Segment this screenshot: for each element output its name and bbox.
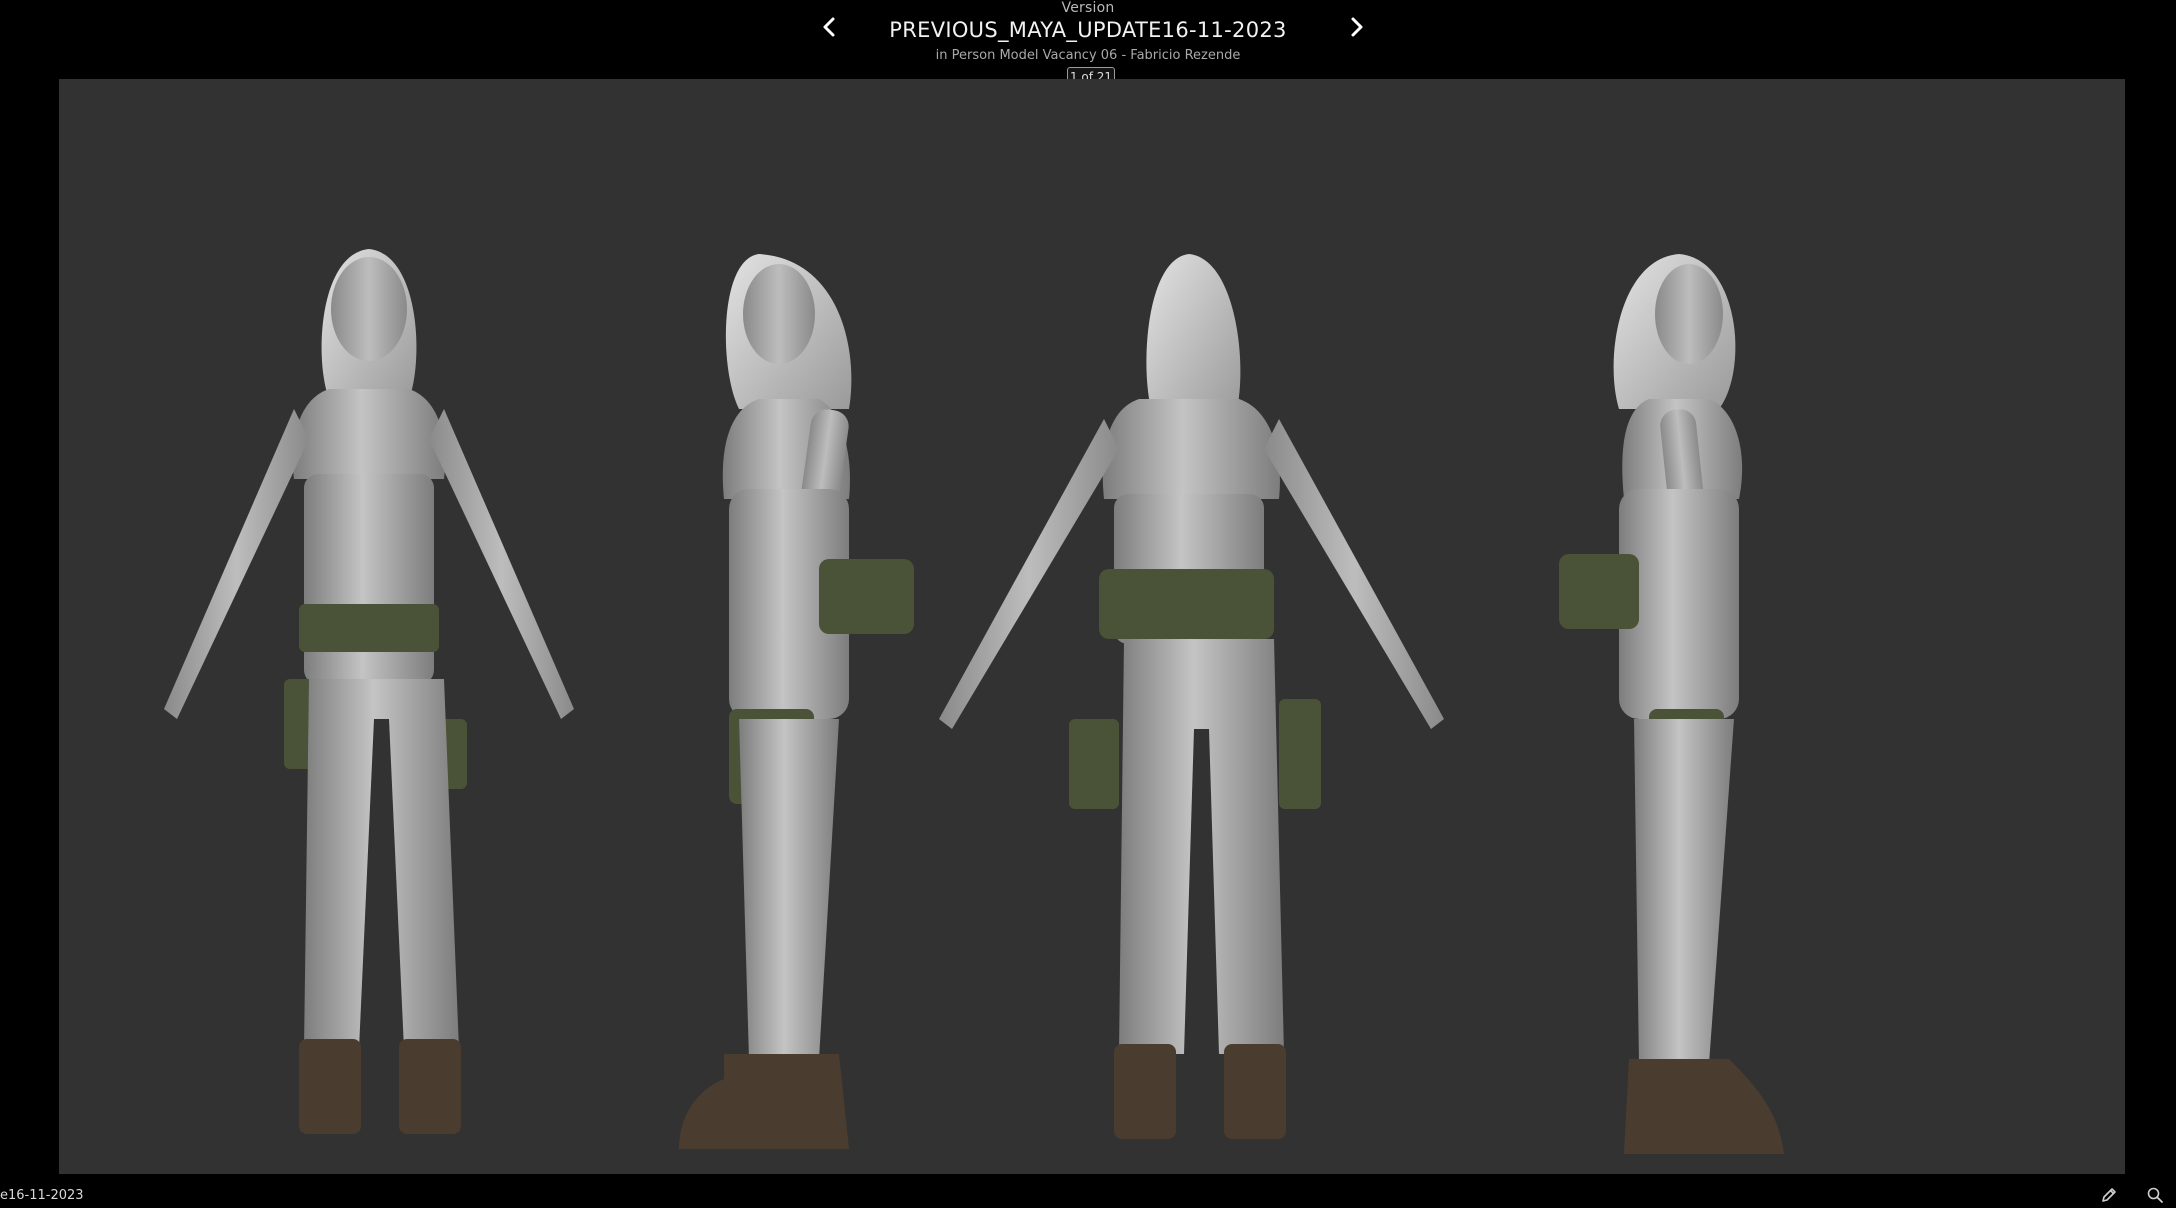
figure-front <box>164 249 574 1134</box>
pencil-icon <box>2102 1188 2116 1202</box>
image-stage <box>59 79 2125 1174</box>
version-kicker: Version <box>1061 0 1115 16</box>
previous-button[interactable] <box>814 12 844 42</box>
figure-back <box>939 254 1444 1139</box>
edit-button[interactable] <box>2099 1185 2119 1205</box>
footer-version-label: e16-11-2023 <box>0 1188 84 1203</box>
figure-side-right <box>1559 254 1784 1154</box>
turnaround-image <box>164 249 1784 1154</box>
viewer-header: Version PREVIOUS_MAYA_UPDATE16-11-2023 i… <box>0 0 2176 85</box>
chevron-right-icon <box>1351 17 1363 37</box>
version-title: PREVIOUS_MAYA_UPDATE16-11-2023 <box>889 18 1287 42</box>
search-icon <box>2147 1187 2163 1203</box>
chevron-left-icon <box>823 17 835 37</box>
image-viewer: Version PREVIOUS_MAYA_UPDATE16-11-2023 i… <box>0 0 2176 1208</box>
version-subtitle: in Person Model Vacancy 06 - Fabricio Re… <box>935 48 1241 63</box>
next-button[interactable] <box>1342 12 1372 42</box>
figure-side-left <box>679 254 914 1149</box>
zoom-button[interactable] <box>2145 1185 2165 1205</box>
